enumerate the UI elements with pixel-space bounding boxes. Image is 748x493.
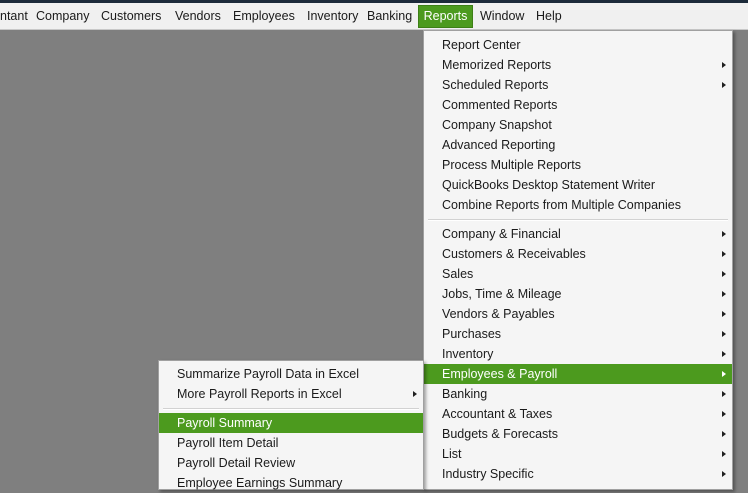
menu-item-label: More Payroll Reports in Excel bbox=[177, 387, 342, 401]
menu-item-label: Customers & Receivables bbox=[442, 247, 586, 261]
menu-company[interactable]: Company bbox=[36, 6, 90, 27]
menu-item-label: Payroll Summary bbox=[177, 416, 273, 430]
menu-item-label: List bbox=[442, 447, 462, 461]
menu-window[interactable]: Window bbox=[480, 6, 524, 27]
chevron-right-icon bbox=[722, 231, 726, 237]
reports-dropdown-menu: Report Center Memorized Reports Schedule… bbox=[423, 30, 733, 490]
chevron-right-icon bbox=[722, 251, 726, 257]
menu-item-more-payroll-reports-excel[interactable]: More Payroll Reports in Excel bbox=[159, 384, 423, 404]
menu-item-label: QuickBooks Desktop Statement Writer bbox=[442, 178, 656, 192]
payroll-submenu: Summarize Payroll Data in Excel More Pay… bbox=[158, 360, 424, 490]
menu-item-label: Process Multiple Reports bbox=[442, 158, 581, 172]
chevron-right-icon bbox=[722, 331, 726, 337]
menu-employees[interactable]: Employees bbox=[233, 6, 295, 27]
menu-item-label: Employee Earnings Summary bbox=[177, 476, 343, 490]
chevron-right-icon bbox=[722, 431, 726, 437]
menu-item-payroll-summary[interactable]: Payroll Summary bbox=[159, 413, 423, 433]
chevron-right-icon bbox=[722, 451, 726, 457]
menu-item-label: Jobs, Time & Mileage bbox=[442, 287, 562, 301]
menu-item-commented-reports[interactable]: Commented Reports bbox=[424, 95, 732, 115]
menu-item-memorized-reports[interactable]: Memorized Reports bbox=[424, 55, 732, 75]
menu-vendors[interactable]: Vendors bbox=[175, 6, 221, 27]
chevron-right-icon bbox=[722, 311, 726, 317]
menu-item-label: Report Center bbox=[442, 38, 521, 52]
menu-item-label: Summarize Payroll Data in Excel bbox=[177, 367, 360, 381]
menu-item-employee-earnings-summary[interactable]: Employee Earnings Summary bbox=[159, 473, 423, 493]
menu-item-combine-reports[interactable]: Combine Reports from Multiple Companies bbox=[424, 195, 732, 215]
menu-item-advanced-reporting[interactable]: Advanced Reporting bbox=[424, 135, 732, 155]
menu-item-label: Scheduled Reports bbox=[442, 78, 549, 92]
menu-item-label: Payroll Detail Review bbox=[177, 456, 296, 470]
menu-separator bbox=[428, 219, 728, 221]
menu-item-jobs-time-mileage[interactable]: Jobs, Time & Mileage bbox=[424, 284, 732, 304]
menu-item-company-snapshot[interactable]: Company Snapshot bbox=[424, 115, 732, 135]
menu-item-label: Vendors & Payables bbox=[442, 307, 555, 321]
menu-customers[interactable]: Customers bbox=[101, 6, 161, 27]
menu-item-payroll-item-detail[interactable]: Payroll Item Detail bbox=[159, 433, 423, 453]
menu-item-label: Combine Reports from Multiple Companies bbox=[442, 198, 681, 212]
menu-item-label: Sales bbox=[442, 267, 474, 281]
menu-item-sales[interactable]: Sales bbox=[424, 264, 732, 284]
menu-inventory[interactable]: Inventory bbox=[307, 6, 358, 27]
chevron-right-icon bbox=[722, 271, 726, 277]
menu-item-label: Purchases bbox=[442, 327, 502, 341]
menu-item-scheduled-reports[interactable]: Scheduled Reports bbox=[424, 75, 732, 95]
menu-item-label: Banking bbox=[442, 387, 488, 401]
menu-accountant[interactable]: ntant bbox=[0, 6, 28, 27]
menu-banking[interactable]: Banking bbox=[367, 6, 412, 27]
menu-item-label: Budgets & Forecasts bbox=[442, 427, 559, 441]
menu-item-customers-receivables[interactable]: Customers & Receivables bbox=[424, 244, 732, 264]
chevron-right-icon bbox=[722, 62, 726, 68]
menu-item-label: Industry Specific bbox=[442, 467, 534, 481]
menu-item-label: Company Snapshot bbox=[442, 118, 552, 132]
chevron-right-icon bbox=[722, 391, 726, 397]
chevron-right-icon bbox=[722, 351, 726, 357]
menu-item-list[interactable]: List bbox=[424, 444, 732, 464]
chevron-right-icon bbox=[722, 471, 726, 477]
menu-item-label: Advanced Reporting bbox=[442, 138, 556, 152]
chevron-right-icon bbox=[722, 411, 726, 417]
menu-item-inventory[interactable]: Inventory bbox=[424, 344, 732, 364]
menu-item-company-financial[interactable]: Company & Financial bbox=[424, 224, 732, 244]
menu-item-label: Inventory bbox=[442, 347, 494, 361]
menu-item-budgets-forecasts[interactable]: Budgets & Forecasts bbox=[424, 424, 732, 444]
menu-item-industry-specific[interactable]: Industry Specific bbox=[424, 464, 732, 484]
menu-item-banking[interactable]: Banking bbox=[424, 384, 732, 404]
menu-help[interactable]: Help bbox=[536, 6, 562, 27]
menu-item-statement-writer[interactable]: QuickBooks Desktop Statement Writer bbox=[424, 175, 732, 195]
menu-item-label: Accountant & Taxes bbox=[442, 407, 553, 421]
menu-bar: ntant Company Customers Vendors Employee… bbox=[0, 3, 748, 30]
menu-item-label: Employees & Payroll bbox=[442, 367, 558, 381]
menu-separator bbox=[163, 408, 419, 410]
menu-item-purchases[interactable]: Purchases bbox=[424, 324, 732, 344]
menu-reports[interactable]: Reports bbox=[418, 5, 473, 28]
menu-item-label: Memorized Reports bbox=[442, 58, 552, 72]
chevron-right-icon bbox=[722, 82, 726, 88]
menu-item-summarize-payroll-excel[interactable]: Summarize Payroll Data in Excel bbox=[159, 364, 423, 384]
chevron-right-icon bbox=[413, 391, 417, 397]
menu-item-label: Company & Financial bbox=[442, 227, 561, 241]
menu-item-label: Payroll Item Detail bbox=[177, 436, 279, 450]
menu-item-vendors-payables[interactable]: Vendors & Payables bbox=[424, 304, 732, 324]
chevron-right-icon bbox=[722, 371, 726, 377]
menu-item-process-multiple-reports[interactable]: Process Multiple Reports bbox=[424, 155, 732, 175]
menu-item-report-center[interactable]: Report Center bbox=[424, 35, 732, 55]
chevron-right-icon bbox=[722, 291, 726, 297]
menu-item-label: Commented Reports bbox=[442, 98, 558, 112]
menu-item-accountant-taxes[interactable]: Accountant & Taxes bbox=[424, 404, 732, 424]
menu-item-employees-payroll[interactable]: Employees & Payroll bbox=[424, 364, 732, 384]
menu-item-payroll-detail-review[interactable]: Payroll Detail Review bbox=[159, 453, 423, 473]
